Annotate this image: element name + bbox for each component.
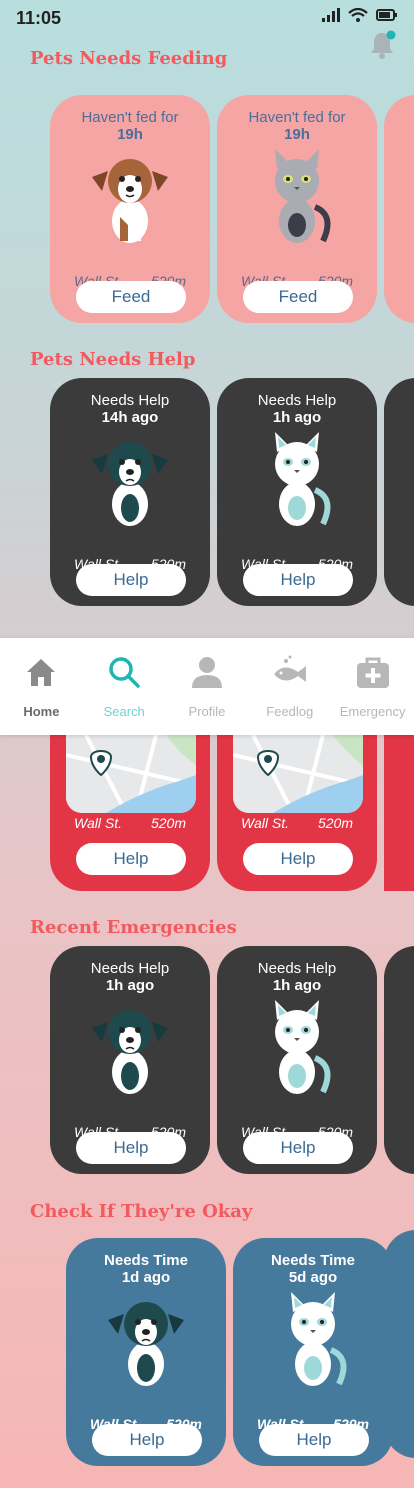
feeding-card[interactable]: Haven't fed for 19h Wall St. 520m Feed: [217, 95, 377, 323]
card-location: Wall St. 520m: [74, 815, 186, 831]
map-icon: [66, 735, 196, 813]
card-status: Haven't fed for: [81, 109, 179, 126]
signal-icon: [322, 8, 340, 22]
map-icon: [233, 735, 363, 813]
nav-label: Feedlog: [266, 704, 314, 719]
card-duration: 1h ago: [105, 977, 155, 994]
emergency-card-partial[interactable]: [384, 735, 414, 891]
check-okay-card[interactable]: Needs Time 5d ago Wall St. 520m Help: [233, 1238, 393, 1466]
help-button[interactable]: Help: [243, 843, 353, 875]
card-status: Needs Time: [104, 1252, 188, 1269]
nav-item-feedlog[interactable]: Feedlog: [250, 654, 330, 719]
card-location: Wall St. 520m: [241, 815, 353, 831]
recent-emergency-card[interactable]: Needs Help 1h ago Wall St. 520m Help: [217, 946, 377, 1174]
feed-button[interactable]: Feed: [76, 281, 186, 313]
section-title-help: Pets Needs Help: [30, 349, 196, 370]
cat-icon: [275, 149, 331, 243]
recent-emergency-card[interactable]: Needs Help 1h ago Wall St. 520m Help: [50, 946, 210, 1174]
card-duration: 1h ago: [272, 977, 322, 994]
help-button[interactable]: Help: [259, 1424, 369, 1456]
fish-icon: [273, 655, 306, 682]
card-duration: 1d ago: [121, 1269, 171, 1286]
nav-label: Home: [23, 704, 60, 719]
help-card[interactable]: Needs Help 14h ago Wall St. 520m Help: [50, 378, 210, 606]
distance: 520m: [150, 815, 186, 831]
card-status: Needs Help: [257, 960, 337, 977]
help-card[interactable]: Needs Help 1h ago Wall St. 520m Help: [217, 378, 377, 606]
help-button[interactable]: Help: [76, 564, 186, 596]
emergency-card-row: Wall St. 520m Help Wall St. 520m Help: [50, 735, 414, 891]
feeding-card[interactable]: Haven't fed for 19h Wall St. 520m Feed: [50, 95, 210, 323]
card-duration: 19h: [284, 126, 310, 143]
help-button[interactable]: Help: [92, 1424, 202, 1456]
card-status: Needs Help: [90, 960, 170, 977]
help-button[interactable]: Help: [76, 843, 186, 875]
sad-cat-icon: [275, 432, 331, 526]
okay-card-row: Needs Time 1d ago Wall St. 520m Help Nee…: [50, 1230, 414, 1466]
card-duration: 5d ago: [288, 1269, 338, 1286]
nav-item-home[interactable]: Home: [1, 654, 81, 719]
nav-item-emergency[interactable]: Emergency: [333, 654, 413, 719]
help-button[interactable]: Help: [243, 1132, 353, 1164]
nav-item-search[interactable]: Search: [84, 654, 164, 719]
feeding-card-row: Haven't fed for 19h Wall St. 520m Feed H…: [50, 95, 414, 323]
profile-icon: [191, 657, 222, 688]
card-duration: 19h: [117, 126, 143, 143]
sad-dog-icon: [92, 442, 168, 526]
status-icons: [322, 8, 398, 22]
emergency-card[interactable]: Wall St. 520m Help: [217, 735, 377, 891]
help-button[interactable]: Help: [76, 1132, 186, 1164]
card-duration: 14h ago: [101, 409, 159, 426]
section-title-check-okay: Check If They're Okay: [30, 1201, 253, 1222]
help-card-partial[interactable]: [384, 378, 414, 606]
home-icon: [27, 659, 56, 686]
sad-cat-icon: [275, 1000, 331, 1094]
help-button[interactable]: Help: [243, 564, 353, 596]
feeding-card-partial[interactable]: [384, 95, 414, 323]
sad-dog-icon: [108, 1302, 184, 1386]
search-icon: [109, 657, 140, 688]
card-status: Needs Time: [271, 1252, 355, 1269]
street-name: Wall St.: [241, 815, 289, 831]
distance: 520m: [317, 815, 353, 831]
map-thumbnail: [66, 735, 196, 813]
feed-button[interactable]: Feed: [243, 281, 353, 313]
card-duration: 1h ago: [272, 409, 322, 426]
card-status: Haven't fed for: [248, 109, 346, 126]
wifi-icon: [348, 8, 368, 22]
section-title-feeding: Pets Needs Feeding: [30, 48, 228, 69]
first-aid-icon: [356, 657, 389, 688]
nav-item-profile[interactable]: Profile: [167, 654, 247, 719]
nav-label: Emergency: [339, 704, 406, 719]
status-time: 11:05: [16, 8, 62, 28]
sad-dog-icon: [92, 1010, 168, 1094]
help-card-row: Needs Help 14h ago Wall St. 520m Help Ne…: [50, 378, 414, 606]
card-status: Needs Help: [90, 392, 170, 409]
recent-card-row: Needs Help 1h ago Wall St. 520m Help Nee…: [50, 946, 414, 1174]
notification-bell-icon[interactable]: [368, 30, 396, 60]
battery-icon: [376, 9, 397, 21]
emergency-card[interactable]: Wall St. 520m Help: [50, 735, 210, 891]
street-name: Wall St.: [74, 815, 122, 831]
status-bar: 11:05: [0, 0, 414, 40]
nav-label: Profile: [188, 704, 226, 719]
map-thumbnail: [233, 735, 363, 813]
dog-icon: [92, 159, 168, 243]
check-okay-card[interactable]: Needs Time 1d ago Wall St. 520m Help: [66, 1238, 226, 1466]
bottom-navigation: Home Search Profile Feedlog Emergency: [0, 638, 414, 735]
recent-card-partial[interactable]: [384, 946, 414, 1174]
card-status: Needs Help: [257, 392, 337, 409]
section-title-recent-emergencies: Recent Emergencies: [30, 917, 237, 938]
sad-cat-icon: [291, 1292, 347, 1386]
nav-label: Search: [103, 704, 145, 719]
